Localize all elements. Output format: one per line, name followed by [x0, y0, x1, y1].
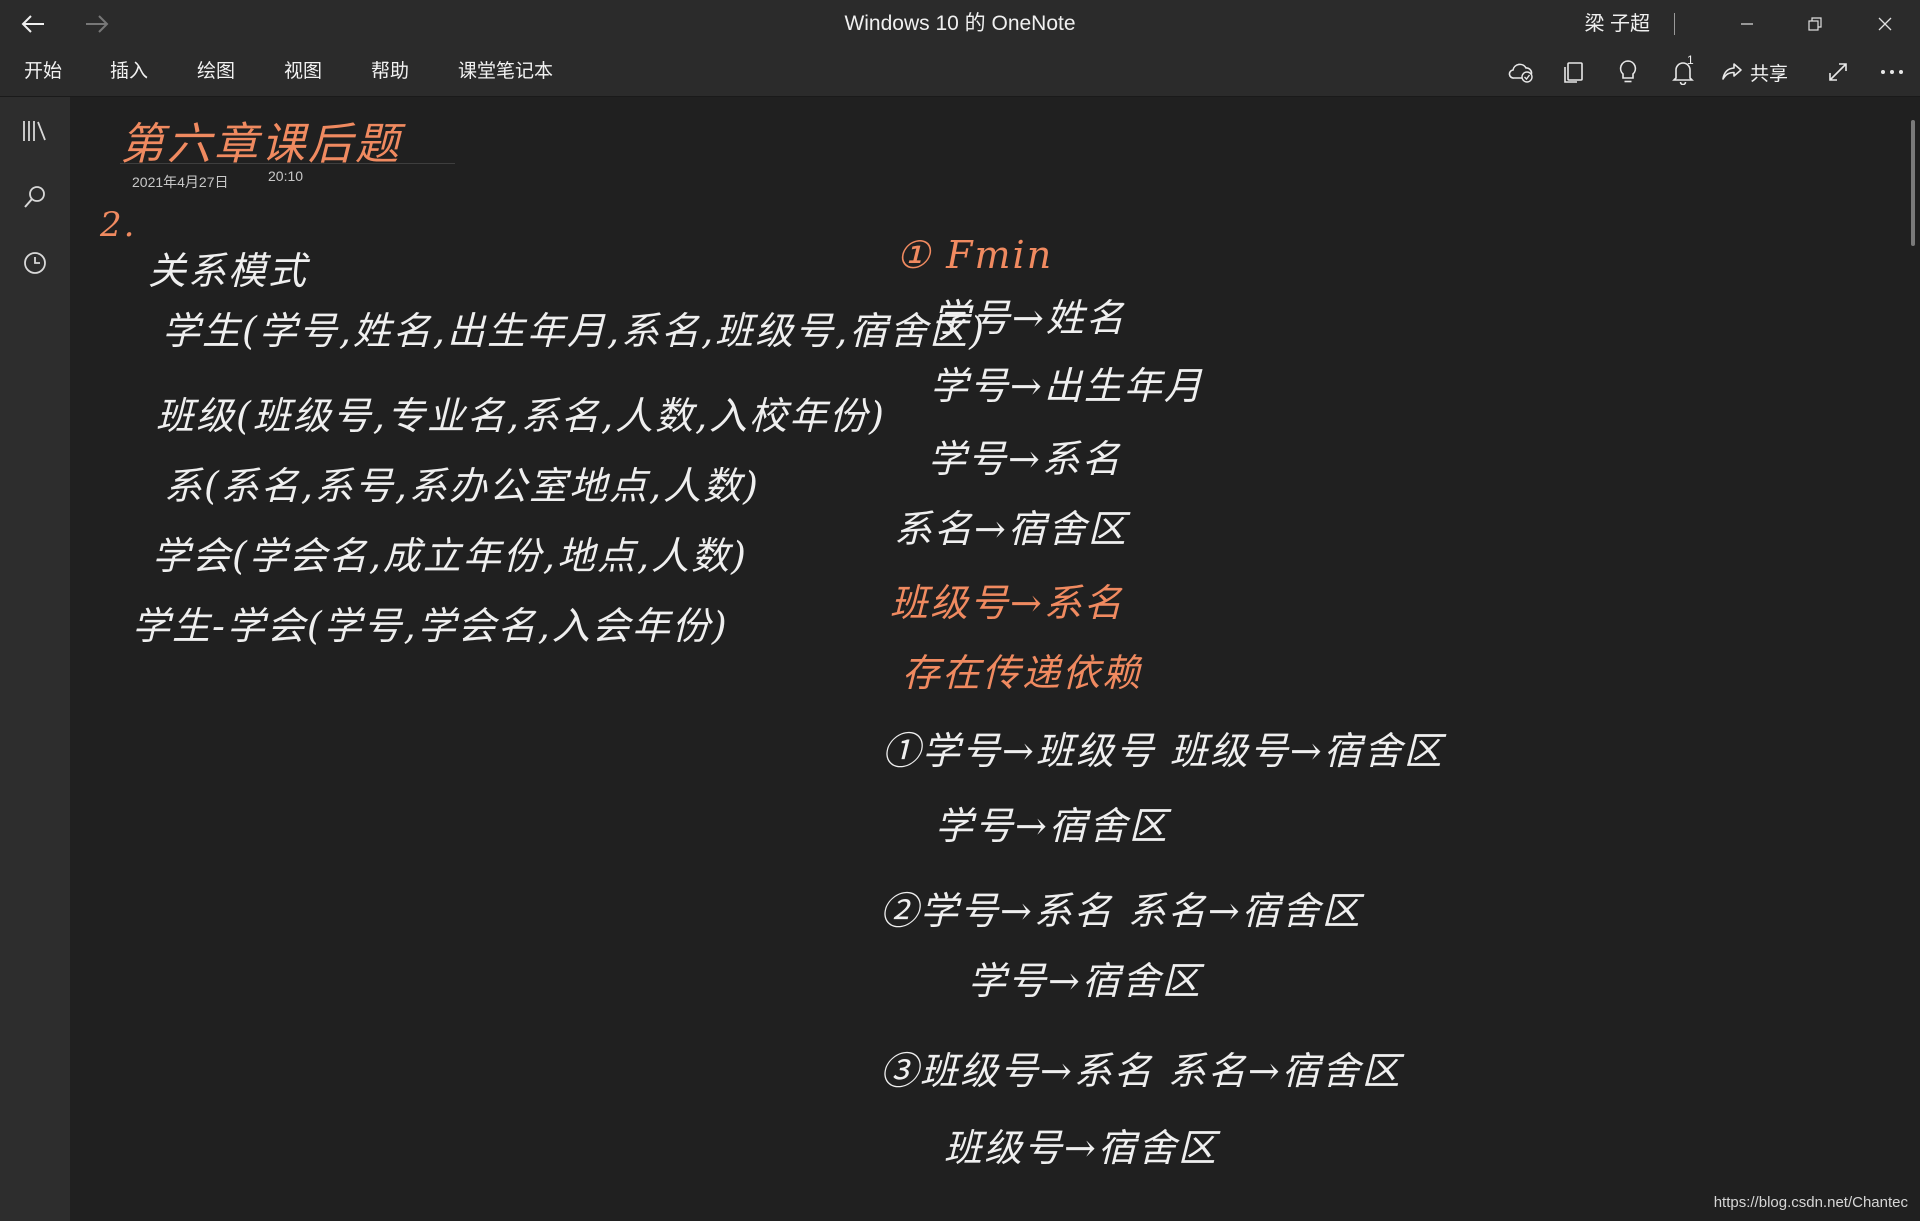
more-icon [1881, 70, 1903, 74]
title-underline [120, 163, 455, 164]
pages-icon [1564, 62, 1583, 83]
recent-notes-button[interactable] [13, 241, 57, 285]
account-name[interactable]: 梁 子超 [1530, 0, 1650, 48]
ink-line[interactable]: 班级号→宿舍区 [944, 1117, 1218, 1172]
cloud-sync-icon [1508, 63, 1533, 83]
tab-view[interactable]: 视图 [282, 48, 324, 96]
back-button[interactable] [4, 0, 62, 48]
tab-draw[interactable]: 绘图 [195, 48, 237, 96]
ink-question-number[interactable]: 2. [100, 205, 136, 245]
more-options-button[interactable] [1870, 54, 1914, 90]
notifications-button[interactable]: 1 [1661, 53, 1705, 90]
ink-line[interactable]: 学号→系名 [928, 428, 1122, 483]
library-icon [23, 121, 46, 141]
notification-badge: 1 [1687, 53, 1694, 67]
forward-arrow-icon [86, 15, 109, 33]
share-label: 共享 [1750, 63, 1789, 85]
tab-home[interactable]: 开始 [22, 48, 64, 96]
restore-button[interactable] [1780, 0, 1850, 48]
ink-line[interactable]: 学号→出生年月 [930, 355, 1204, 410]
ink-line[interactable]: 学生(学号,姓名,出生年月,系名,班级号,宿舍区) [162, 300, 986, 355]
ink-line[interactable]: 系(系名,系号,系办公室地点,人数) [164, 455, 760, 510]
nav-sidebar [0, 97, 70, 1221]
expand-icon [1829, 63, 1847, 81]
search-icon [24, 186, 45, 208]
ink-line[interactable]: 学生-学会(学号,学会名,入会年份) [132, 595, 729, 650]
ink-line[interactable]: 系名→宿舍区 [894, 498, 1128, 553]
ink-line[interactable]: 存在传递依赖 [902, 642, 1142, 697]
ribbon: 开始 插入 绘图 视图 帮助 课堂笔记本 1 共享 [0, 48, 1920, 97]
clock-icon [24, 252, 46, 274]
tab-help[interactable]: 帮助 [369, 48, 411, 96]
full-page-view-button[interactable] [1816, 54, 1860, 90]
tab-class-notebook[interactable]: 课堂笔记本 [456, 48, 555, 96]
title-bar: Windows 10 的 OneNote 梁 子超 [0, 0, 1920, 48]
ink-line[interactable]: 班级号→系名 [890, 572, 1124, 627]
page-time: 20:10 [268, 168, 304, 184]
page-date: 2021年4月27日 [132, 174, 229, 190]
notebooks-button[interactable] [13, 109, 57, 153]
forward-button[interactable] [68, 0, 126, 48]
ink-line[interactable]: 学号→宿舍区 [935, 795, 1169, 850]
title-separator [1674, 13, 1675, 35]
ink-line[interactable]: 班级(班级号,专业名,系名,人数,入校年份) [156, 385, 886, 440]
share-button[interactable]: 共享 [1720, 54, 1802, 90]
close-button[interactable] [1850, 0, 1920, 48]
tell-me-button[interactable] [1606, 54, 1650, 90]
ink-line[interactable]: 学会(学会名,成立年份,地点,人数) [152, 525, 748, 580]
ink-line[interactable]: ②学号→系名 系名→宿舍区 [880, 880, 1362, 935]
close-icon [1878, 17, 1892, 31]
share-icon [1722, 63, 1742, 80]
restore-icon [1808, 17, 1822, 31]
watermark: https://blog.csdn.net/Chantec [1713, 1194, 1908, 1211]
back-arrow-icon [21, 15, 44, 33]
lightbulb-icon [1619, 60, 1637, 83]
sync-status-button[interactable] [1499, 54, 1543, 90]
tab-insert[interactable]: 插入 [108, 48, 150, 96]
page-view-button[interactable] [1552, 54, 1596, 90]
ink-line[interactable]: ①学号→班级号 班级号→宿舍区 [882, 720, 1444, 775]
minimize-icon [1741, 23, 1753, 25]
search-button[interactable] [13, 175, 57, 219]
vertical-scrollbar[interactable] [1911, 120, 1915, 246]
minimize-button[interactable] [1712, 0, 1782, 48]
ink-line[interactable]: 关系模式 [148, 240, 308, 295]
ink-line[interactable]: ③班级号→系名 系名→宿舍区 [880, 1040, 1402, 1095]
ink-line[interactable]: 学号→宿舍区 [968, 950, 1202, 1005]
ink-line[interactable]: ① Fmin [896, 233, 1053, 277]
ink-line[interactable]: 学号→姓名 [932, 287, 1126, 342]
